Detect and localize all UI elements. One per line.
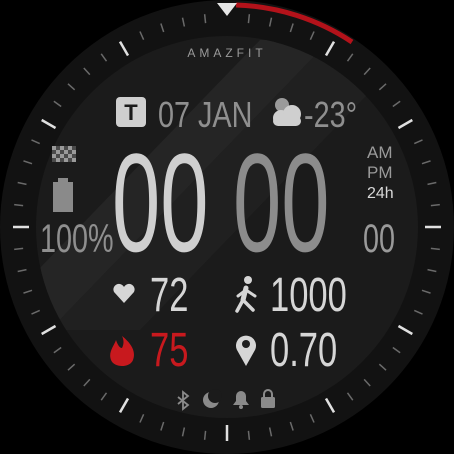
checker-cell [64,158,68,162]
checker-cell [68,150,72,154]
checker-cell [52,150,56,154]
checker-cell [64,146,68,150]
format-24h-label: 24h [367,185,394,202]
steps-value: 1000 [270,267,347,321]
heart-rate-value: 72 [150,267,188,321]
checker-cell [72,150,76,154]
checker-cell [68,158,72,162]
checker-cell [72,154,76,158]
minute-tick [430,203,440,207]
checker-pattern-icon [52,146,76,162]
checker-cell [56,158,60,162]
brand-logo: AMAZFIT [187,46,266,60]
checker-cell [60,158,64,162]
checker-cell [60,154,64,158]
calories-value: 75 [150,322,188,376]
checker-cell [52,154,56,158]
checker-cell [56,146,60,150]
minute-tick [14,203,24,207]
time-hours: 00 [112,125,209,281]
weekday-letter: T [124,100,138,125]
time-minutes: 00 [233,125,330,281]
checker-cell [64,154,68,158]
minute-tick [14,247,24,251]
checker-cell [72,158,76,162]
pm-label: PM [367,163,393,182]
checker-cell [60,150,64,154]
checker-cell [64,150,68,154]
checker-cell [68,154,72,158]
minute-tick [430,247,440,251]
am-label: AM [367,143,393,162]
checker-cell [52,158,56,162]
minute-tick [203,14,207,24]
checker-cell [72,146,76,150]
checker-cell [56,154,60,158]
minute-tick [247,430,251,440]
checker-cell [52,146,56,150]
minute-tick [203,430,207,440]
weekday-badge: T [116,97,146,127]
distance-value: 0.70 [270,322,337,376]
checker-cell [56,150,60,154]
battery-percent: 100% [40,216,114,261]
time-seconds: 00 [363,216,395,261]
location-pin-dot [242,340,250,348]
minute-tick [247,14,251,24]
battery-icon [53,178,73,212]
watch-face: AMAZFIT T 07 JAN -23° 100% 00 00 AM PM 2… [0,0,454,454]
checker-cell [60,146,64,150]
checker-cell [68,146,72,150]
